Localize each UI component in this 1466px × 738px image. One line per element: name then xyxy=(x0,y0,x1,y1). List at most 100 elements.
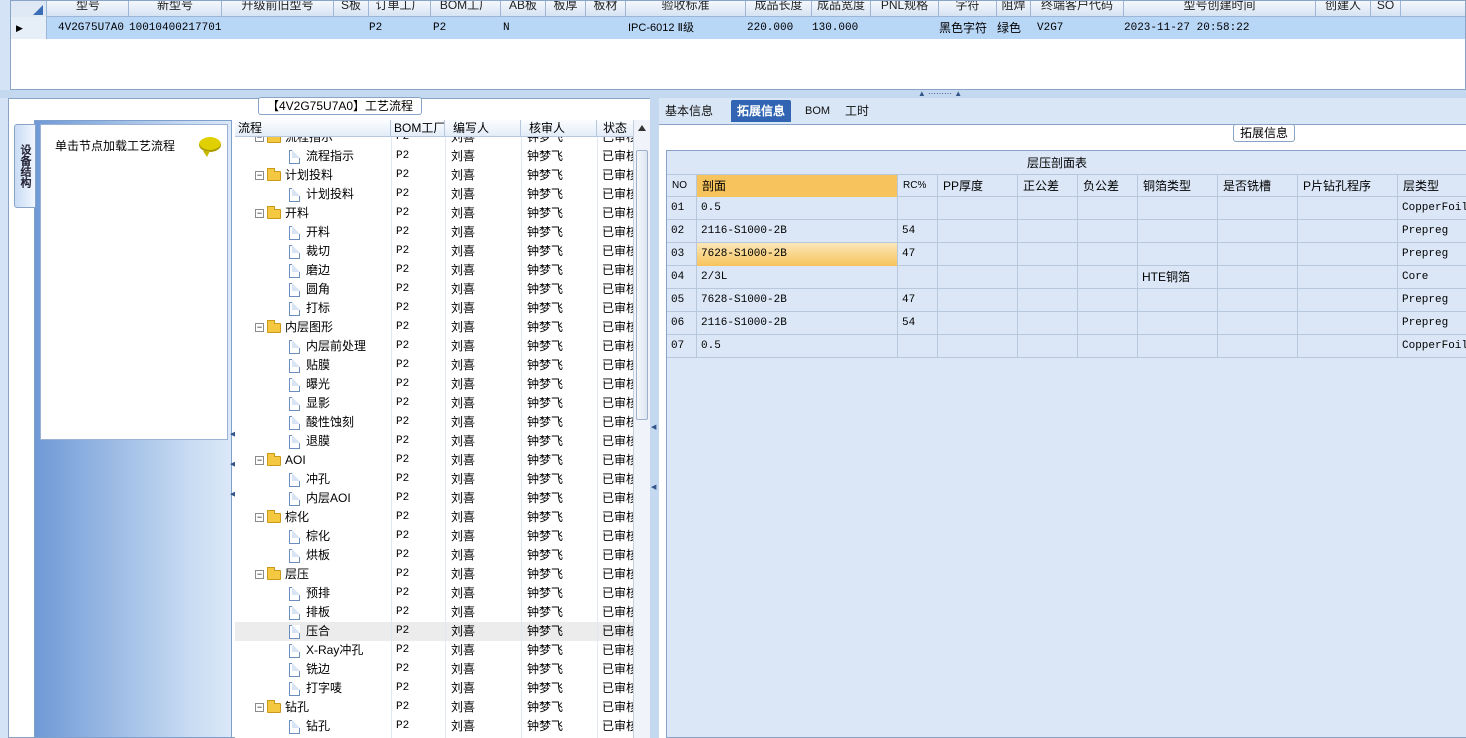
header-col[interactable]: 板厚 xyxy=(546,1,586,17)
header-col[interactable]: 新型号 xyxy=(129,1,222,17)
tree-row[interactable]: 磨边 P2 刘喜 钟梦飞 已审核 xyxy=(235,261,633,280)
lam-col-foil[interactable]: 铜箔类型 xyxy=(1138,175,1218,197)
tab-extended-info[interactable]: 拓展信息 xyxy=(731,100,792,122)
lam-cell-prog[interactable] xyxy=(1298,197,1398,220)
tree-row[interactable]: 曝光 P2 刘喜 钟梦飞 已审核 xyxy=(235,375,633,394)
lam-cell-neg[interactable] xyxy=(1078,243,1138,266)
tree-row[interactable]: 计划投料 P2 刘喜 钟梦飞 已审核 xyxy=(235,185,633,204)
tree-row[interactable]: 开料 P2 刘喜 钟梦飞 已审核 xyxy=(235,223,633,242)
cell-standard[interactable]: IPC-6012 Ⅱ级 xyxy=(628,17,743,39)
lam-cell-rc[interactable]: 47 xyxy=(898,243,938,266)
cell-customer-code[interactable]: V2G7 xyxy=(1037,17,1117,39)
model-grid-row[interactable]: ▶ 4V2G75U7A0 10010400217701 P2 P2 N IPC-… xyxy=(11,17,1465,39)
lam-cell-prog[interactable] xyxy=(1298,220,1398,243)
tab-work-hours[interactable]: 工时 xyxy=(839,100,875,122)
lam-cell-slot[interactable] xyxy=(1218,335,1298,358)
cell-order-factory[interactable]: P2 xyxy=(369,17,409,39)
equipment-card[interactable]: 单击节点加载工艺流程 xyxy=(40,124,228,440)
tree-node[interactable]: − 开料 xyxy=(255,204,385,223)
lam-col-no[interactable]: NO xyxy=(667,175,697,197)
tree-row[interactable]: 内层前处理 P2 刘喜 钟梦飞 已审核 xyxy=(235,337,633,356)
lam-cell-neg[interactable] xyxy=(1078,266,1138,289)
tree-node[interactable]: − 层压 xyxy=(255,565,385,584)
tree-row[interactable]: 冲孔 P2 刘喜 钟梦飞 已审核 xyxy=(235,470,633,489)
lam-cell-type[interactable]: CopperFoil xyxy=(1398,335,1466,358)
scroll-up-icon[interactable] xyxy=(638,125,646,131)
header-col[interactable]: PNL规格 xyxy=(871,1,939,17)
cell-model[interactable]: 4V2G75U7A0 xyxy=(58,17,128,39)
lam-cell-rc[interactable] xyxy=(898,335,938,358)
lam-cell-pos[interactable] xyxy=(1018,289,1078,312)
lam-cell-profile[interactable]: 7628-S1000-2B xyxy=(697,289,898,312)
lam-cell-pp[interactable] xyxy=(938,243,1018,266)
lam-cell-type[interactable]: Prepreg xyxy=(1398,312,1466,335)
collapse-icon[interactable]: − xyxy=(255,513,264,523)
tab-equipment-structure[interactable]: 设备结构 xyxy=(14,124,36,208)
tree-row[interactable]: 棕化 P2 刘喜 钟梦飞 已审核 xyxy=(235,527,633,546)
scroll-thumb[interactable] xyxy=(636,150,648,420)
tab-bom[interactable]: BOM xyxy=(799,100,836,122)
collapse-icon[interactable]: − xyxy=(255,209,264,219)
tree-row[interactable]: 圆角 P2 刘喜 钟梦飞 已审核 xyxy=(235,280,633,299)
lam-cell-profile[interactable]: 2/3L xyxy=(697,266,898,289)
collapse-icon[interactable]: − xyxy=(255,137,264,143)
lam-cell-pos[interactable] xyxy=(1018,335,1078,358)
lam-cell-pos[interactable] xyxy=(1018,312,1078,335)
lam-cell-slot[interactable] xyxy=(1218,312,1298,335)
tree-row[interactable]: 铣边 P2 刘喜 钟梦飞 已审核 xyxy=(235,660,633,679)
lam-cell-slot[interactable] xyxy=(1218,197,1298,220)
tree-row[interactable]: 排板 P2 刘喜 钟梦飞 已审核 xyxy=(235,603,633,622)
vertical-splitter[interactable]: ◀ ◀ xyxy=(650,98,659,738)
lam-col-prog[interactable]: P片钻孔程序 xyxy=(1298,175,1398,197)
header-col[interactable]: 成品长度 xyxy=(746,1,812,17)
header-col[interactable]: 创建人 xyxy=(1316,1,1371,17)
header-col[interactable]: 订单工厂 xyxy=(369,1,431,17)
cell-new-model[interactable]: 10010400217701 xyxy=(129,17,221,39)
row-indicator-icon[interactable]: ▶ xyxy=(11,17,47,39)
tree-row[interactable]: − 内层图形 P2 刘喜 钟梦飞 已审核 xyxy=(235,318,633,337)
lam-cell-type[interactable]: Core xyxy=(1398,266,1466,289)
tree-row[interactable]: − AOI P2 刘喜 钟梦飞 已审核 xyxy=(235,451,633,470)
header-col[interactable]: 型号 xyxy=(48,1,129,17)
lam-col-pos[interactable]: 正公差 xyxy=(1018,175,1078,197)
cell-char[interactable]: 黑色字符 xyxy=(939,17,995,39)
lam-cell-rc[interactable]: 47 xyxy=(898,289,938,312)
splitter-left-icon[interactable]: ◀ xyxy=(651,483,657,491)
lam-cell-slot[interactable] xyxy=(1218,220,1298,243)
lam-row[interactable]: 02 2116-S1000-2B 54 Prepreg xyxy=(667,220,1466,243)
lam-cell-pp[interactable] xyxy=(938,220,1018,243)
col-process[interactable]: 流程 xyxy=(235,120,391,137)
tree-row[interactable]: 显影 P2 刘喜 钟梦飞 已审核 xyxy=(235,394,633,413)
tree-node[interactable]: − 内层图形 xyxy=(255,318,385,337)
lam-cell-pp[interactable] xyxy=(938,197,1018,220)
tree-row[interactable]: 打标 P2 刘喜 钟梦飞 已审核 xyxy=(235,299,633,318)
lam-cell-type[interactable]: Prepreg xyxy=(1398,289,1466,312)
lam-cell-neg[interactable] xyxy=(1078,312,1138,335)
header-col[interactable]: BOM工厂 xyxy=(431,1,501,17)
lam-cell-no[interactable]: 06 xyxy=(667,312,697,335)
tree-row[interactable]: − 层压 P2 刘喜 钟梦飞 已审核 xyxy=(235,565,633,584)
collapse-icon[interactable]: − xyxy=(255,323,264,333)
cell-created-time[interactable]: 2023-11-27 20:58:22 xyxy=(1124,17,1314,39)
lam-cell-no[interactable]: 01 xyxy=(667,197,697,220)
lam-cell-pp[interactable] xyxy=(938,335,1018,358)
lam-cell-profile[interactable]: 2116-S1000-2B xyxy=(697,220,898,243)
lam-cell-profile[interactable]: 2116-S1000-2B xyxy=(697,312,898,335)
lam-cell-rc[interactable] xyxy=(898,266,938,289)
lam-cell-no[interactable]: 03 xyxy=(667,243,697,266)
tree-node[interactable]: − 棕化 xyxy=(255,508,385,527)
lam-cell-pp[interactable] xyxy=(938,312,1018,335)
col-bom-factory[interactable]: BOM工厂 xyxy=(391,120,445,137)
lam-cell-slot[interactable] xyxy=(1218,266,1298,289)
header-col[interactable]: 成品宽度 xyxy=(812,1,871,17)
lam-cell-foil[interactable]: HTE铜箔 xyxy=(1138,266,1218,289)
tree-row[interactable]: 酸性蚀刻 P2 刘喜 钟梦飞 已审核 xyxy=(235,413,633,432)
tab-basic-info[interactable]: 基本信息 xyxy=(659,100,719,122)
lam-cell-rc[interactable] xyxy=(898,197,938,220)
tree-row[interactable]: 退膜 P2 刘喜 钟梦飞 已审核 xyxy=(235,432,633,451)
lam-cell-foil[interactable] xyxy=(1138,220,1218,243)
lam-cell-type[interactable]: Prepreg xyxy=(1398,243,1466,266)
horizontal-splitter[interactable]: ▲ ⋯⋯⋯ ▲ xyxy=(0,90,1466,98)
lam-cell-pos[interactable] xyxy=(1018,197,1078,220)
lam-row[interactable]: 06 2116-S1000-2B 54 Prepreg xyxy=(667,312,1466,335)
